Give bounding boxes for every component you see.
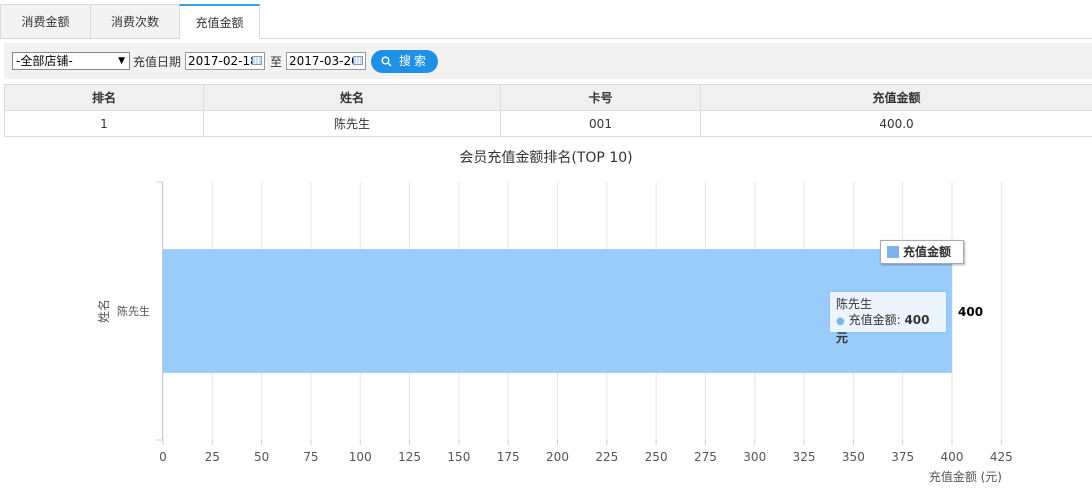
search-button[interactable]: 搜索 (371, 50, 438, 73)
x-tick-label: 125 (398, 450, 421, 464)
chart-legend[interactable]: 充值金额 (880, 240, 964, 264)
ranking-table: 排名 姓名 卡号 充值金额 1 陈先生 001 400.0 (4, 84, 1092, 137)
chart-title: 会员充值金额排名(TOP 10) (459, 150, 632, 166)
x-tick-label: 150 (447, 450, 470, 464)
cell-amount: 400.0 (700, 110, 1092, 137)
filter-bar: -全部店铺- ▼ 充值日期 2017-02-18 至 2017-03-20 搜索 (4, 43, 1092, 79)
tab-recharge-amount[interactable]: 充值金额 (179, 4, 260, 39)
cell-card: 001 (500, 110, 701, 137)
tooltip-title: 陈先生 (836, 297, 873, 311)
date-to-input[interactable]: 2017-03-20 (286, 52, 366, 70)
x-tick-label: 225 (595, 450, 618, 464)
tab-consumption-amount[interactable]: 消费金额 (0, 4, 91, 38)
calendar-icon[interactable] (252, 56, 262, 65)
category-label: 陈先生 (117, 304, 150, 318)
tab-consumption-count[interactable]: 消费次数 (90, 4, 180, 38)
x-tick-label: 25 (205, 450, 220, 464)
x-tick-label: 0 (159, 450, 167, 464)
tooltip-body: ● 充值金额: 400 元 (836, 313, 930, 345)
date-to-value: 2017-03-20 (289, 54, 359, 68)
date-from-input[interactable]: 2017-02-18 (185, 52, 265, 70)
store-select-value: -全部店铺- (16, 54, 73, 68)
col-amount-header: 充值金额 (700, 84, 1092, 111)
col-name-header: 姓名 (203, 84, 501, 111)
table-row: 1 陈先生 001 400.0 (4, 110, 1092, 137)
chart-tooltip: 陈先生 ● 充值金额: 400 元 (829, 291, 947, 345)
date-from-value: 2017-02-18 (188, 54, 258, 68)
tab-bar: 消费金额 消费次数 充值金额 (0, 0, 1092, 39)
x-tick-label: 275 (694, 450, 717, 464)
date-to-label: 至 (270, 55, 283, 69)
y-axis-title: 充值金额 (元) (929, 469, 1002, 484)
x-tick-label: 75 (303, 450, 318, 464)
x-tick-label: 250 (645, 450, 668, 464)
x-tick-label: 400 (941, 450, 964, 464)
calendar-icon[interactable] (353, 56, 363, 65)
x-tick-label: 425 (990, 450, 1013, 464)
dropdown-arrow-icon: ▼ (118, 56, 125, 66)
store-select[interactable]: -全部店铺- ▼ (12, 52, 130, 70)
x-tick-label: 50 (254, 450, 269, 464)
cell-name: 陈先生 (203, 110, 501, 137)
x-tick-label: 100 (349, 450, 372, 464)
x-tick-label: 375 (891, 450, 914, 464)
x-tick-label: 325 (793, 450, 816, 464)
data-label: 400 (958, 305, 983, 319)
x-tick-label: 200 (546, 450, 569, 464)
legend-label: 充值金额 (903, 245, 952, 259)
search-icon (381, 56, 392, 67)
x-axis-title: 姓名 (96, 299, 111, 323)
table-header-row: 排名 姓名 卡号 充值金额 (4, 84, 1092, 111)
legend-swatch (887, 246, 899, 258)
col-rank-header: 排名 (4, 84, 204, 111)
cell-rank: 1 (4, 110, 204, 137)
search-button-label: 搜索 (399, 54, 430, 68)
col-card-header: 卡号 (500, 84, 701, 111)
tooltip-dot-icon: ● (836, 316, 845, 327)
tooltip-series: 充值金额 (848, 313, 897, 327)
x-tick-label: 300 (743, 450, 766, 464)
date-label: 充值日期 (133, 55, 182, 69)
x-tick-label: 175 (497, 450, 520, 464)
x-tick-label: 350 (842, 450, 865, 464)
